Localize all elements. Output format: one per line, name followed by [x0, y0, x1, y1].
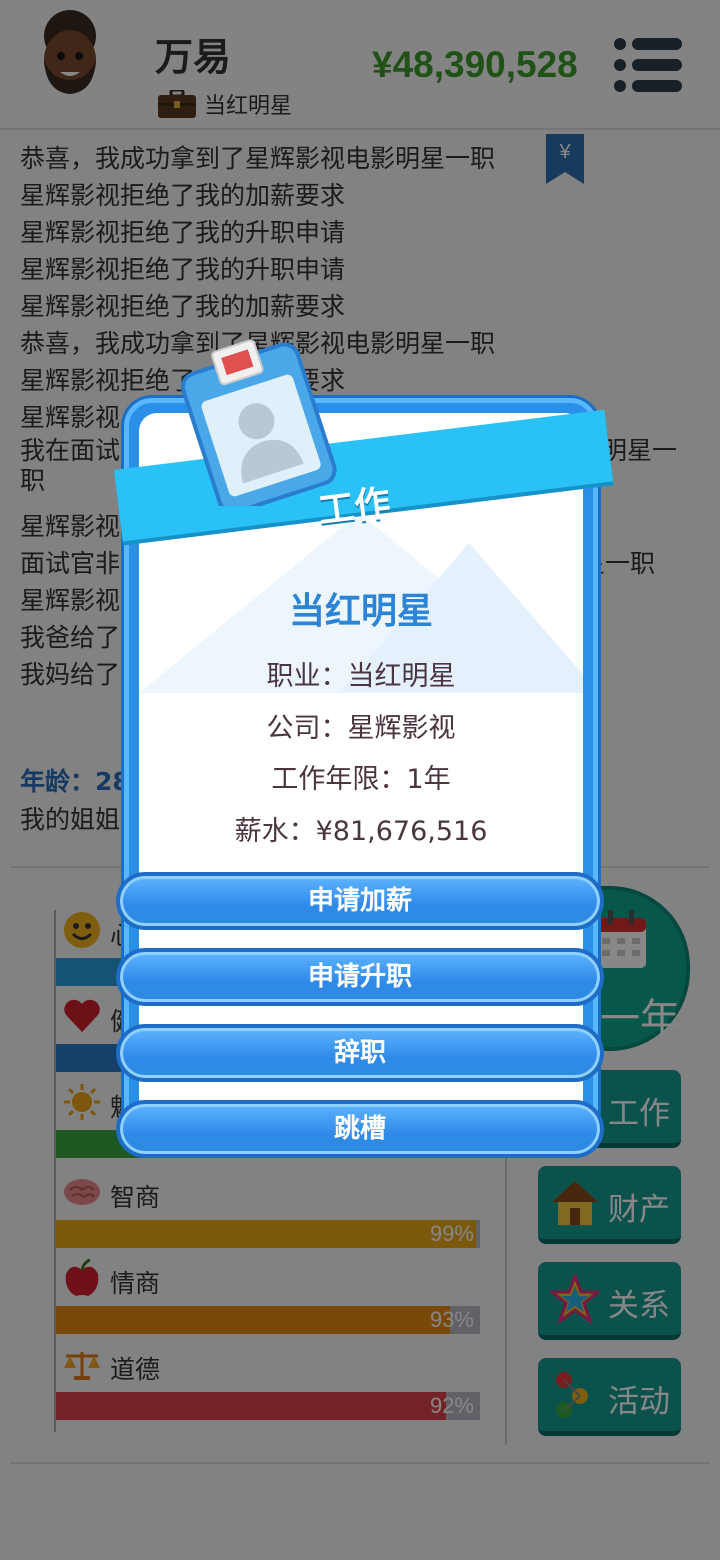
resign-button[interactable]: 辞职 [116, 1024, 604, 1082]
job-hop-button[interactable]: 跳槽 [116, 1100, 604, 1158]
years-text: 工作年限：1年 [271, 764, 451, 795]
dialog-title: 当红明星 [288, 591, 433, 632]
request-promotion-button[interactable]: 申请升职 [116, 948, 604, 1006]
occupation-text: 职业：当红明星 [266, 661, 456, 692]
company-text: 公司：星辉影视 [266, 713, 456, 744]
id-badge-icon [180, 339, 337, 506]
request-raise-button[interactable]: 申请加薪 [116, 872, 604, 930]
salary-text: 薪水：¥81,676,516 [234, 816, 488, 847]
